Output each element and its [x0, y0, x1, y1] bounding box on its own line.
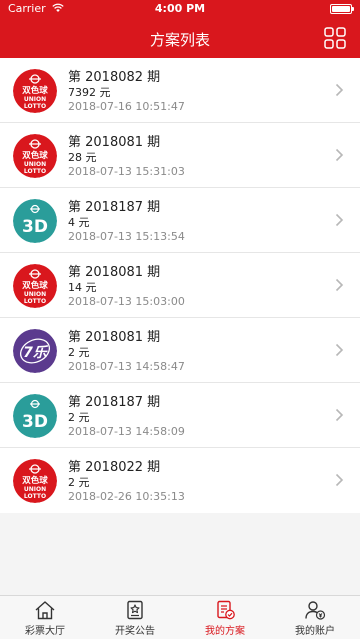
lottery-logo-icon: 7乐 [13, 329, 57, 373]
plan-amount: 2 元 [68, 411, 90, 424]
logo-text: LOTTO [24, 103, 46, 110]
clock: 4:00 PM [154, 2, 206, 15]
logo-text: 双色球 [22, 280, 48, 291]
chevron-right-icon [335, 83, 344, 97]
plan-row[interactable]: 7乐 第 2018081 期 2 元 2018-07-13 14:58:47 [0, 318, 360, 383]
chevron-right-icon [335, 213, 344, 227]
logo-text: LOTTO [24, 298, 46, 305]
battery-icon [330, 4, 354, 14]
nav-bar: 方案列表 [0, 18, 360, 58]
plan-row[interactable]: 双色球 UNION LOTTO 第 2018081 期 14 元 2018-07… [0, 253, 360, 318]
plan-row[interactable]: 双色球 UNION LOTTO 第 2018022 期 2 元 2018-02-… [0, 448, 360, 513]
plan-row[interactable]: 3D 第 2018187 期 4 元 2018-07-13 15:13:54 [0, 188, 360, 253]
plan-issue: 第 2018187 期 [68, 395, 161, 410]
chevron-right-icon [335, 473, 344, 487]
plan-time: 2018-07-13 14:58:09 [68, 425, 185, 438]
lottery-logo-icon: 双色球 UNION LOTTO [13, 459, 57, 503]
account-icon [305, 601, 326, 620]
plan-issue: 第 2018022 期 [68, 460, 161, 475]
tab-label: 彩票大厅 [25, 626, 65, 637]
logo-text: 双色球 [22, 85, 48, 96]
tab-label: 开奖公告 [115, 626, 155, 637]
plan-amount: 4 元 [68, 216, 90, 229]
plan-amount: 7392 元 [68, 86, 111, 99]
logo-text: UNION [24, 486, 46, 493]
page-title: 方案列表 [149, 31, 210, 49]
tab-lottery-hall[interactable]: 彩票大厅 [0, 596, 90, 639]
logo-text: 3D [22, 217, 48, 237]
plan-issue: 第 2018082 期 [68, 70, 161, 85]
logo-text: 双色球 [22, 475, 48, 486]
plan-amount: 14 元 [68, 281, 97, 294]
logo-text: LOTTO [24, 168, 46, 175]
logo-text: LOTTO [24, 493, 46, 500]
tab-my-plans[interactable]: 我的方案 [180, 596, 270, 639]
plan-row[interactable]: 双色球 UNION LOTTO 第 2018081 期 28 元 2018-07… [0, 123, 360, 188]
plan-time: 2018-07-16 10:51:47 [68, 100, 185, 113]
plan-time: 2018-07-13 14:58:47 [68, 360, 185, 373]
plan-issue: 第 2018081 期 [68, 330, 161, 345]
plan-row[interactable]: 3D 第 2018187 期 2 元 2018-07-13 14:58:09 [0, 383, 360, 448]
chevron-right-icon [335, 278, 344, 292]
award-icon [127, 600, 143, 620]
lottery-logo-icon: 双色球 UNION LOTTO [13, 264, 57, 308]
plan-amount: 28 元 [68, 151, 97, 164]
logo-text: 7乐 [23, 345, 49, 361]
chevron-right-icon [335, 408, 344, 422]
logo-text: UNION [24, 96, 46, 103]
chevron-right-icon [335, 343, 344, 357]
tab-label: 我的账户 [295, 626, 335, 637]
home-icon [35, 601, 55, 620]
tab-my-account[interactable]: 我的账户 [270, 596, 360, 639]
plan-row[interactable]: 双色球 UNION LOTTO 第 2018082 期 7392 元 2018-… [0, 58, 360, 123]
tab-draw-notice[interactable]: 开奖公告 [90, 596, 180, 639]
plan-amount: 2 元 [68, 476, 90, 489]
lottery-logo-icon: 3D [13, 199, 57, 243]
tab-label: 我的方案 [205, 626, 245, 637]
plan-issue: 第 2018187 期 [68, 200, 161, 215]
plan-icon [217, 600, 235, 620]
logo-text: 双色球 [22, 150, 48, 161]
plan-issue: 第 2018081 期 [68, 135, 161, 150]
tab-bar: 彩票大厅 开奖公告 我的方案 我的账户 [0, 595, 360, 639]
plan-issue: 第 2018081 期 [68, 265, 161, 280]
plan-time: 2018-07-13 15:03:00 [68, 295, 185, 308]
logo-text: 3D [22, 412, 48, 432]
lottery-logo-icon: 3D [13, 394, 57, 438]
plan-time: 2018-02-26 10:35:13 [68, 490, 185, 503]
logo-text: UNION [24, 291, 46, 298]
lottery-logo-icon: 双色球 UNION LOTTO [13, 69, 57, 113]
logo-text: UNION [24, 161, 46, 168]
grid-menu-icon[interactable] [324, 27, 346, 49]
plan-time: 2018-07-13 15:13:54 [68, 230, 185, 243]
chevron-right-icon [335, 148, 344, 162]
plan-amount: 2 元 [68, 346, 90, 359]
plan-time: 2018-07-13 15:31:03 [68, 165, 185, 178]
status-bar: Carrier 4:00 PM [0, 0, 360, 18]
plan-list: 双色球 UNION LOTTO 第 2018082 期 7392 元 2018-… [0, 58, 360, 513]
lottery-logo-icon: 双色球 UNION LOTTO [13, 134, 57, 178]
